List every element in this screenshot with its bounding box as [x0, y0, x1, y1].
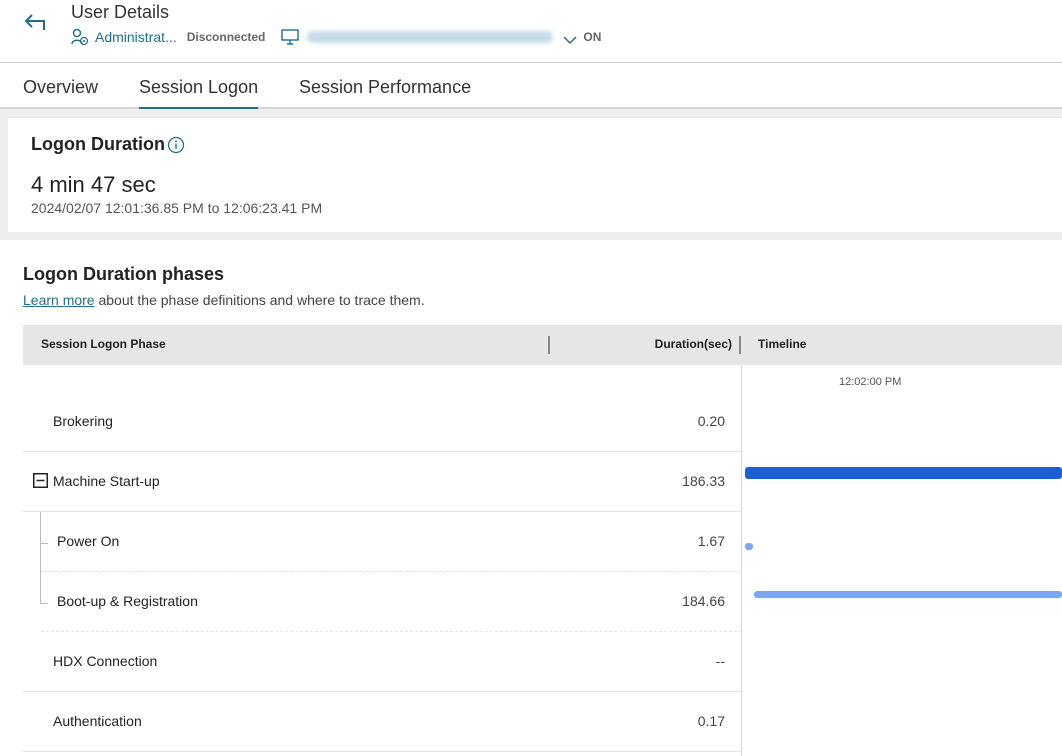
phase-duration: 0.17	[697, 713, 725, 729]
phase-duration: 186.33	[682, 473, 725, 489]
column-header-timeline: Timeline	[758, 337, 807, 351]
tab-session-logon[interactable]: Session Logon	[139, 77, 259, 109]
phase-label: Brokering	[53, 413, 113, 429]
table-row-authentication[interactable]: Authentication 0.17	[23, 692, 742, 752]
table-row-machine-startup[interactable]: Machine Start-up 186.33	[23, 452, 742, 512]
tab-session-performance[interactable]: Session Performance	[299, 77, 471, 107]
logon-duration-title: Logon Duration	[31, 134, 165, 154]
timeline-bar-power-on[interactable]	[745, 543, 753, 550]
table-row-brokering[interactable]: Brokering 0.20	[23, 392, 742, 452]
column-header-phase[interactable]: Session Logon Phase	[41, 337, 166, 351]
page-title: User Details	[71, 2, 170, 22]
phase-label: HDX Connection	[53, 653, 158, 669]
phase-duration: --	[715, 653, 725, 669]
timeline-tick-label: 12:02:00 PM	[839, 376, 902, 388]
timeline-bar-boot-up[interactable]	[754, 591, 1062, 598]
phase-duration: 1.67	[697, 533, 725, 549]
tab-overview[interactable]: Overview	[23, 77, 98, 107]
chevron-down-icon[interactable]	[563, 32, 577, 45]
phase-duration: 0.20	[697, 413, 725, 429]
table-row-hdx-connection[interactable]: HDX Connection --	[23, 632, 742, 692]
table-row-boot-up-registration[interactable]: Boot-up & Registration 184.66	[41, 572, 742, 632]
phase-label: Machine Start-up	[53, 473, 160, 489]
column-resize-handle[interactable]	[548, 336, 550, 354]
phase-label: Power On	[57, 533, 120, 549]
learn-more-link[interactable]: Learn more	[23, 292, 95, 308]
power-state: ON	[583, 30, 602, 44]
user-admin-icon	[71, 28, 89, 46]
header: User Details Administrat... Disconnected…	[0, 0, 1062, 63]
phase-label: Boot-up & Registration	[57, 593, 198, 609]
session-status: Disconnected	[186, 30, 266, 44]
info-icon[interactable]	[167, 136, 185, 154]
monitor-icon	[281, 29, 300, 45]
table-row-power-on[interactable]: Power On 1.67	[41, 512, 742, 572]
logon-duration-range: 2024/02/07 12:01:36.85 PM to 12:06:23.41…	[31, 200, 323, 216]
machine-name-redacted[interactable]	[307, 31, 554, 43]
phase-duration: 184.66	[682, 593, 725, 609]
logon-duration-value: 4 min 47 sec	[31, 172, 156, 197]
timeline-bar-machine-startup[interactable]	[745, 467, 1062, 479]
collapse-icon[interactable]	[33, 473, 48, 488]
back-arrow-icon[interactable]	[22, 12, 50, 34]
logon-duration-card: Logon Duration 4 min 47 sec 2024/02/07 1…	[8, 118, 1062, 232]
phases-description-text: about the phase definitions and where to…	[94, 292, 425, 308]
column-header-duration[interactable]: Duration(sec)	[655, 337, 732, 351]
column-resize-handle[interactable]	[739, 336, 741, 354]
phase-label: Authentication	[53, 713, 142, 729]
phases-description: Learn more about the phase definitions a…	[23, 292, 425, 308]
table-header: Session Logon Phase Duration(sec) Timeli…	[23, 325, 1062, 365]
user-info-row: Administrat... Disconnected ON	[71, 27, 601, 47]
tab-bar: Overview Session Logon Session Performan…	[0, 63, 1062, 109]
phases-title: Logon Duration phases	[23, 264, 225, 284]
user-name-link[interactable]: Administrat...	[95, 29, 177, 45]
